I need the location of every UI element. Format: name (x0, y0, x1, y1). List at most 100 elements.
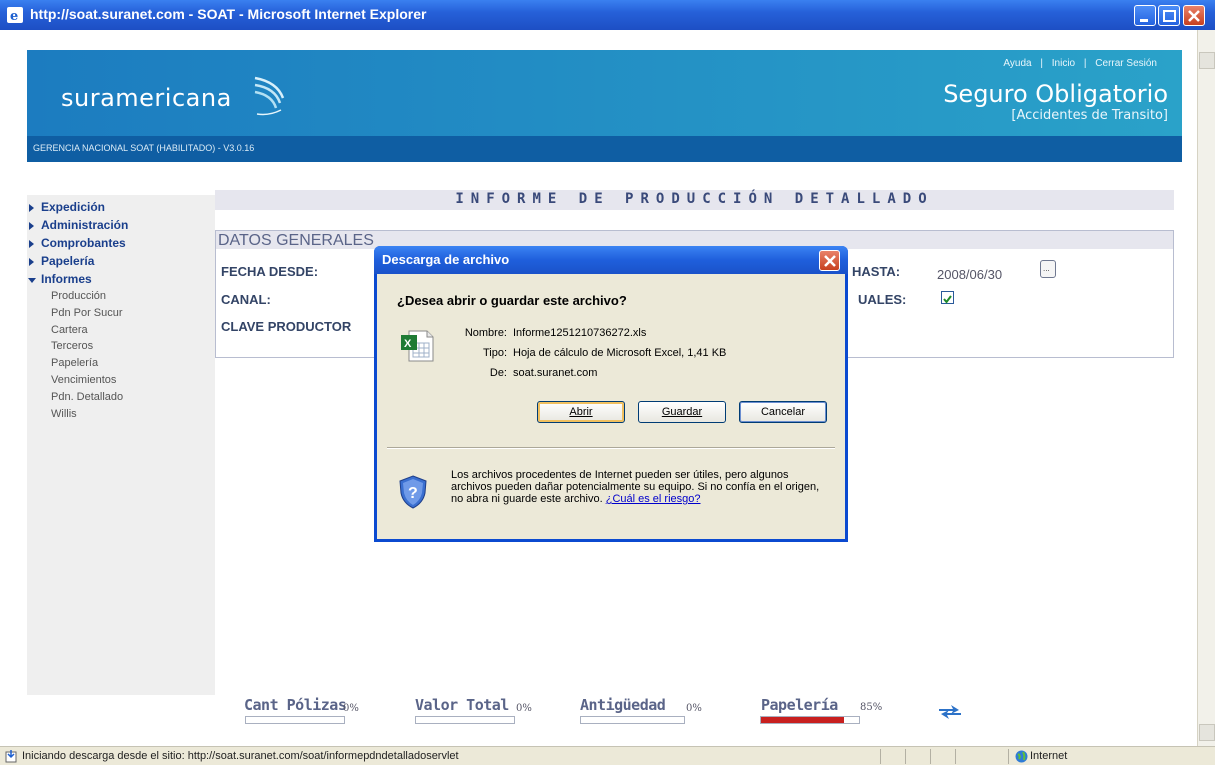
download-page-icon (5, 750, 17, 763)
dialog-question: ¿Desea abrir o guardar este archivo? (397, 293, 627, 308)
anuales-checkbox[interactable] (941, 291, 954, 304)
close-icon (824, 255, 836, 267)
globe-icon (1015, 750, 1028, 763)
indicator-label: Cant Pólizas (244, 696, 347, 714)
file-type-value: Hoja de cálculo de Microsoft Excel, 1,41… (513, 347, 727, 359)
sidebar-item-label: Comprobantes (41, 236, 126, 250)
sidebar-item-label: Expedición (41, 200, 106, 214)
version-text: GERENCIA NACIONAL SOAT (HABILITADO) - V3… (33, 143, 255, 153)
sidebar-item-informes[interactable]: Informes (27, 272, 215, 290)
status-text: Iniciando descarga desde el sitio: http:… (22, 750, 459, 762)
file-type-key: Tipo: (482, 347, 507, 359)
scroll-down-button[interactable] (1199, 724, 1215, 741)
clave-productor-label: CLAVE PRODUCTOR (221, 319, 352, 334)
calendar-button-label: ... (1043, 264, 1050, 273)
maximize-icon (1163, 10, 1176, 22)
indicator-bar (415, 716, 515, 724)
sidebar-item-expedicion[interactable]: Expedición (27, 200, 215, 218)
open-button[interactable]: Abrir (537, 401, 625, 423)
svg-text:e: e (10, 9, 18, 24)
minimize-icon (1140, 19, 1148, 22)
suramericana-logo[interactable]: suramericana (61, 84, 232, 112)
indicator-bar (580, 716, 685, 724)
section-title: DATOS GENERALES (218, 232, 374, 249)
canal-label: CANAL: (221, 292, 271, 307)
status-bar: Iniciando descarga desde el sitio: http:… (0, 746, 1215, 765)
submenu-item-pdn-por-sucur[interactable]: Pdn Por Sucur (27, 307, 215, 324)
security-zone: Internet (1030, 750, 1068, 762)
cancel-button[interactable]: Cancelar (739, 401, 827, 423)
scroll-up-button[interactable] (1199, 52, 1215, 69)
sidebar-item-comprobantes[interactable]: Comprobantes (27, 236, 215, 254)
close-window-button[interactable] (1183, 5, 1205, 26)
file-name-key: Nombre: (464, 327, 507, 339)
indicator-percent: 0% (343, 703, 359, 714)
hasta-label: HASTA: (852, 264, 901, 279)
home-link[interactable]: Inicio (1052, 58, 1075, 69)
submenu-item-terceros[interactable]: Terceros (27, 340, 215, 357)
close-icon (1188, 10, 1200, 22)
file-download-dialog: Descarga de archivo ¿Desea abrir o guard… (374, 246, 848, 542)
sidebar-item-administracion[interactable]: Administración (27, 218, 215, 236)
help-link[interactable]: Ayuda (1003, 58, 1031, 69)
hasta-date-value[interactable]: 2008/06/30 (937, 267, 1002, 282)
maximize-button[interactable] (1158, 5, 1180, 26)
status-separator (930, 749, 931, 764)
sidebar-menu: Expedición Administración Comprobantes P… (27, 200, 215, 424)
dialog-close-button[interactable] (819, 250, 840, 271)
excel-file-icon: X (401, 330, 434, 362)
indicator-bar (245, 716, 345, 724)
file-name-value: Informe1251210736272.xls (513, 327, 647, 339)
status-separator (1008, 749, 1009, 764)
sidebar-item-label: Papelería (41, 254, 95, 268)
submenu-item-willis[interactable]: Willis (27, 408, 215, 425)
file-source-value: soat.suranet.com (513, 367, 598, 379)
vertical-scrollbar[interactable] (1197, 30, 1215, 746)
link-separator: | (1083, 58, 1087, 69)
header-links: Ayuda | Inicio | Cerrar Sesión (1000, 58, 1160, 69)
indicator-percent: 0% (516, 703, 532, 714)
indicator-label: Antigüedad (580, 696, 666, 714)
dialog-titlebar: Descarga de archivo (374, 246, 848, 274)
indicator-label: Valor Total (415, 696, 509, 714)
submenu-item-produccion[interactable]: Producción (27, 290, 215, 307)
sidebar-item-label: Informes (41, 272, 92, 286)
sidebar-item-papeleria[interactable]: Papelería (27, 254, 215, 272)
site-header: suramericana Ayuda | Inicio | Cerrar Ses… (27, 50, 1182, 136)
status-separator (905, 749, 906, 764)
indicator-bar (760, 716, 860, 724)
file-source-key: De: (489, 367, 507, 379)
status-separator (955, 749, 956, 764)
triangle-right-icon (29, 258, 34, 266)
submenu-item-cartera[interactable]: Cartera (27, 324, 215, 341)
logo-wing-icon (254, 76, 285, 116)
report-title-bar: INFORME DE PRODUCCIÓN DETALLADO (215, 190, 1174, 210)
security-warning: Los archivos procedentes de Internet pue… (451, 469, 821, 505)
progress-indicators: Cant Pólizas 0% Valor Total 0% Antigüeda… (215, 692, 1175, 742)
status-separator (880, 749, 881, 764)
submenu-item-pdn-detallado[interactable]: Pdn. Detallado (27, 391, 215, 408)
checkmark-icon (943, 295, 952, 304)
refresh-icon[interactable] (935, 700, 965, 724)
sidebar: Expedición Administración Comprobantes P… (27, 195, 215, 695)
page-title: INFORME DE PRODUCCIÓN DETALLADO (455, 191, 934, 207)
dialog-title: Descarga de archivo (382, 252, 510, 267)
submenu-item-vencimientos[interactable]: Vencimientos (27, 374, 215, 391)
window-title: http://soat.suranet.com - SOAT - Microso… (30, 6, 427, 22)
minimize-button[interactable] (1134, 5, 1156, 26)
product-title: Seguro Obligatorio (943, 80, 1168, 108)
window-titlebar: e http://soat.suranet.com - SOAT - Micro… (0, 0, 1215, 30)
anuales-label: UALES: (858, 292, 907, 307)
triangle-right-icon (29, 240, 34, 248)
risk-help-link[interactable]: ¿Cuál es el riesgo? (606, 493, 701, 505)
svg-text:X: X (404, 338, 412, 350)
informes-submenu: Producción Pdn Por Sucur Cartera Tercero… (27, 290, 215, 424)
triangle-right-icon (29, 222, 34, 230)
calendar-button[interactable]: ... (1040, 260, 1056, 278)
save-button[interactable]: Guardar (638, 401, 726, 423)
logout-link[interactable]: Cerrar Sesión (1095, 58, 1157, 69)
submenu-item-papeleria[interactable]: Papelería (27, 357, 215, 374)
indicator-fill (761, 717, 845, 723)
dialog-divider (387, 447, 835, 449)
indicator-label: Papelería (761, 696, 838, 714)
